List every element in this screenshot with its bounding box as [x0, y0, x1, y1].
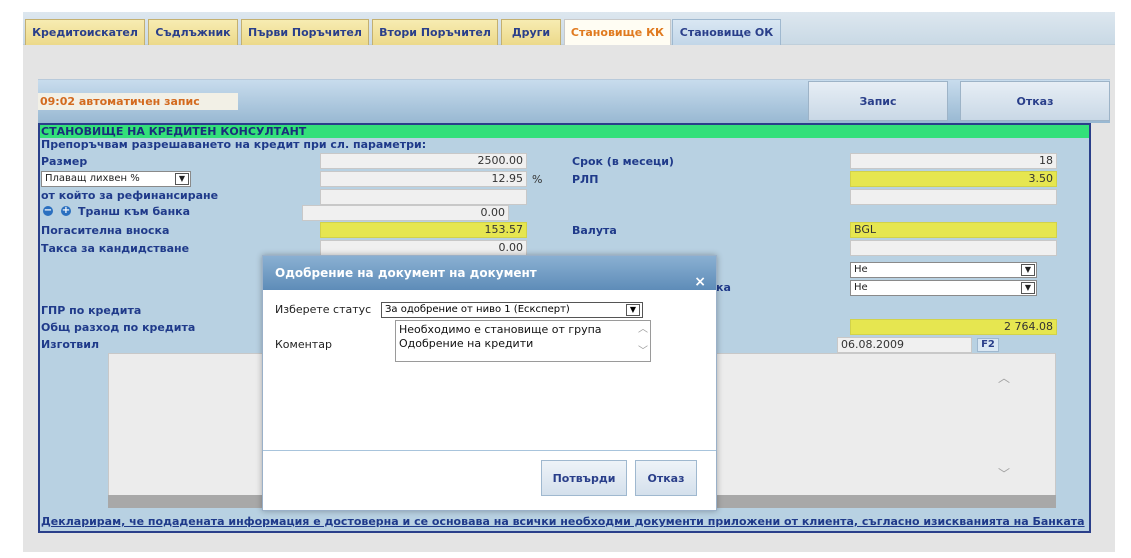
fee-label: Такса за кандидстване [41, 242, 190, 255]
tranche-field[interactable]: 0.00 [302, 205, 509, 221]
status-select-value: За одобрение от ниво 1 (Есксперт) [385, 304, 570, 315]
action-bar: 09:02 автоматичен запис Запис Отказ [38, 79, 1110, 123]
gpr-label: ГПР по кредита [41, 304, 142, 317]
rlp-label: РЛП [572, 173, 599, 186]
tab-co-debtor[interactable]: Съдлъжник [148, 19, 238, 45]
option-select-2-value: Не [854, 282, 868, 293]
comment-label: Коментар [275, 338, 332, 351]
empty-field-right-2[interactable] [850, 240, 1057, 256]
cancel-button[interactable]: Отказ [960, 81, 1110, 121]
size-label: Размер [41, 155, 88, 168]
tab-opinion-ok[interactable]: Становище ОК [672, 19, 781, 45]
tab-opinion-kk[interactable]: Становище КК [564, 19, 671, 45]
plus-icon[interactable]: + [61, 206, 71, 216]
chevron-down-icon: ▼ [626, 304, 640, 316]
autosave-status: 09:02 автоматичен запис [38, 93, 238, 110]
chevron-down-icon: ▼ [1021, 282, 1035, 294]
f2-button[interactable]: F2 [977, 338, 999, 352]
panel-title: СТАНОВИЩЕ НА КРЕДИТЕН КОНСУЛТАНТ [40, 125, 1089, 138]
approval-dialog: Одобрение на документ на документ × Избе… [262, 255, 717, 511]
declaration-text: Декларирам, че подадената информация е д… [41, 515, 1085, 528]
scroll-down-icon[interactable]: ﹀ [998, 465, 1010, 482]
rate-unit: % [532, 173, 543, 186]
dialog-separator [263, 450, 716, 451]
minus-icon[interactable]: − [43, 206, 53, 216]
save-button[interactable]: Запис [808, 81, 948, 121]
scroll-up-icon[interactable]: ︿ [998, 369, 1010, 386]
comment-value: Необходимо е становище от група Одобрени… [399, 323, 602, 350]
option-select-2[interactable]: Не ▼ [850, 280, 1037, 296]
term-field[interactable]: 18 [850, 153, 1057, 169]
chevron-down-icon: ▼ [175, 173, 189, 185]
refinance-field[interactable] [320, 189, 527, 205]
select2-label: ка [716, 281, 731, 294]
refinance-label: от който за рефинансиране [41, 189, 219, 202]
dialog-cancel-button[interactable]: Отказ [635, 460, 697, 496]
scroll-down-icon[interactable]: ﹀ [638, 345, 648, 359]
tab-first-guarantor[interactable]: Първи Поръчител [241, 19, 369, 45]
dialog-title-text: Одобрение на документ на документ [275, 266, 537, 280]
tab-bar: Кредитоискател Съдлъжник Първи Поръчител… [23, 12, 1115, 45]
size-field[interactable]: 2500.00 [320, 153, 527, 169]
close-icon[interactable]: × [694, 265, 706, 299]
tab-second-guarantor[interactable]: Втори Поръчител [372, 19, 498, 45]
installment-label: Погасителна вноска [41, 224, 170, 237]
rlp-field[interactable]: 3.50 [850, 171, 1057, 187]
rate-type-select[interactable]: Плаващ лихвен % ▼ [41, 171, 191, 187]
currency-field[interactable]: BGL [850, 222, 1057, 238]
confirm-button[interactable]: Потвърди [541, 460, 627, 496]
total-cost-label: Общ разход по кредита [41, 321, 196, 334]
option-select-1[interactable]: Не ▼ [850, 262, 1037, 278]
rate-field[interactable]: 12.95 [320, 171, 527, 187]
option-select-1-value: Не [854, 264, 868, 275]
comment-textarea[interactable]: Необходимо е становище от група Одобрени… [395, 320, 651, 362]
rate-type-value: Плаващ лихвен % [45, 173, 140, 184]
tab-borrower[interactable]: Кредитоискател [25, 19, 145, 45]
dialog-title: Одобрение на документ на документ × [263, 256, 716, 290]
tab-others[interactable]: Други [501, 19, 561, 45]
scroll-up-icon[interactable]: ︿ [638, 323, 648, 337]
fee-field[interactable]: 0.00 [320, 240, 527, 256]
panel-subtitle: Препоръчвам разрешаването на кредит при … [41, 138, 427, 151]
installment-field[interactable]: 153.57 [320, 222, 527, 238]
empty-field-right-1[interactable] [850, 189, 1057, 205]
status-select[interactable]: За одобрение от ниво 1 (Есксперт) ▼ [381, 302, 643, 318]
total-cost-field[interactable]: 2 764.08 [850, 319, 1057, 335]
tranche-label: Транш към банка [78, 205, 191, 218]
currency-label: Валута [572, 224, 617, 237]
term-label: Срок (в месеци) [572, 155, 674, 168]
status-label: Изберете статус [275, 303, 372, 316]
prepared-label: Изготвил [41, 338, 100, 351]
date-field[interactable]: 06.08.2009 [837, 337, 972, 353]
chevron-down-icon: ▼ [1021, 264, 1035, 276]
